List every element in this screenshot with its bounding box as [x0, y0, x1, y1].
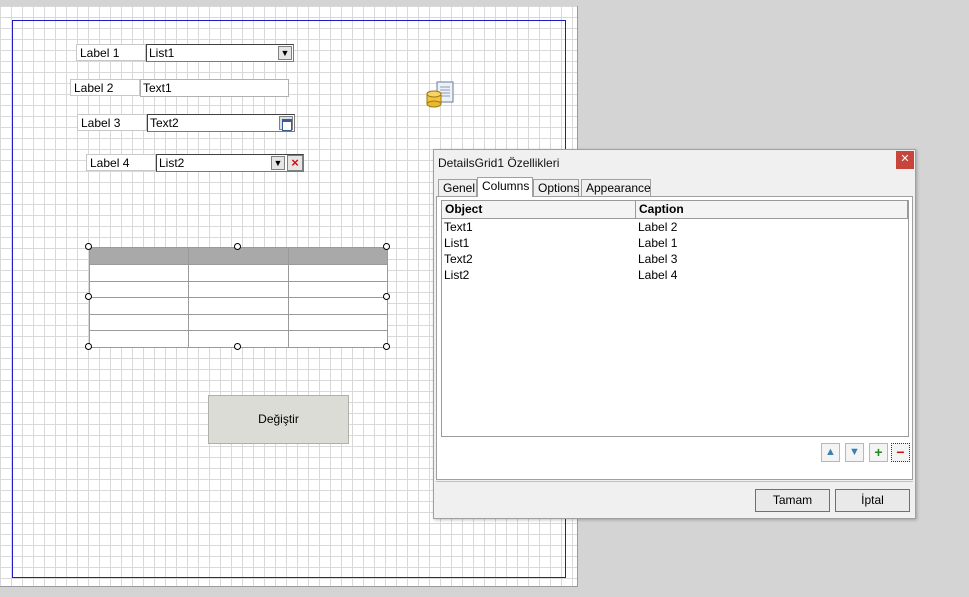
list2-dropdown[interactable]: List2 ▼ × [156, 154, 304, 172]
text1-field[interactable]: Text1 [140, 79, 289, 97]
label-2[interactable]: Label 2 [70, 79, 140, 96]
remove-icon[interactable]: − [891, 443, 910, 462]
resize-handle[interactable] [383, 343, 390, 350]
label-1[interactable]: Label 1 [76, 44, 146, 61]
row-object: Text1 [444, 220, 473, 234]
chevron-down-icon[interactable]: ▼ [278, 46, 292, 60]
row-caption: Label 2 [638, 220, 678, 234]
row-object: Text2 [444, 252, 473, 266]
text2-value: Text2 [150, 116, 179, 130]
row-caption: Label 1 [638, 236, 678, 250]
list-item[interactable]: Text1 Label 2 [442, 219, 908, 235]
database-form-icon[interactable] [425, 81, 457, 111]
tab-appearance[interactable]: Appearance [581, 179, 651, 196]
calendar-icon[interactable] [279, 116, 293, 131]
tab-columns[interactable]: Columns [477, 177, 533, 197]
resize-handle[interactable] [234, 243, 241, 250]
list1-value: List1 [149, 46, 175, 60]
resize-handle[interactable] [234, 343, 241, 350]
cancel-button[interactable]: İptal [835, 489, 910, 512]
columns-panel: Object Caption Text1 Label 2 List1 Label… [436, 196, 913, 480]
dialog-title: DetailsGrid1 Özellikleri [438, 156, 560, 170]
resize-handle[interactable] [85, 343, 92, 350]
row-object: List1 [444, 236, 470, 250]
list-item[interactable]: List1 Label 1 [442, 235, 908, 251]
resize-handle[interactable] [85, 293, 92, 300]
tab-genel[interactable]: Genel [438, 179, 477, 196]
row-object: List2 [444, 268, 470, 282]
list-item[interactable]: Text2 Label 3 [442, 251, 908, 267]
chevron-down-icon[interactable]: ▼ [271, 156, 285, 170]
list-item[interactable]: List2 Label 4 [442, 267, 908, 283]
resize-handle[interactable] [383, 293, 390, 300]
resize-handle[interactable] [85, 243, 92, 250]
properties-dialog: DetailsGrid1 Özellikleri ✕ Genel Columns… [433, 149, 916, 519]
columns-list[interactable]: Object Caption Text1 Label 2 List1 Label… [441, 200, 909, 437]
columns-list-rows: Text1 Label 2 List1 Label 1 Text2 Label … [442, 219, 908, 283]
columns-list-header: Object Caption [442, 201, 908, 219]
label-3[interactable]: Label 3 [77, 114, 147, 131]
dialog-separator [436, 481, 913, 482]
row-caption: Label 4 [638, 268, 678, 282]
details-grid-table [88, 247, 389, 348]
tab-options[interactable]: Options [533, 179, 579, 196]
list1-dropdown[interactable]: List1 ▼ [146, 44, 294, 62]
add-icon[interactable]: + [869, 443, 888, 462]
column-header-object[interactable]: Object [442, 201, 636, 218]
degistir-button[interactable]: Değiştir [208, 395, 349, 444]
resize-handle[interactable] [383, 243, 390, 250]
label-4[interactable]: Label 4 [86, 154, 156, 171]
text2-date-field[interactable]: Text2 [147, 114, 295, 132]
clear-x-icon[interactable]: × [287, 155, 303, 171]
list2-value: List2 [159, 156, 185, 170]
move-up-icon[interactable]: ▲ [821, 443, 840, 462]
ok-button[interactable]: Tamam [755, 489, 830, 512]
close-icon[interactable]: ✕ [896, 151, 914, 169]
row-caption: Label 3 [638, 252, 678, 266]
column-header-caption[interactable]: Caption [636, 201, 908, 218]
move-down-icon[interactable]: ▼ [845, 443, 864, 462]
details-grid[interactable] [85, 243, 390, 350]
